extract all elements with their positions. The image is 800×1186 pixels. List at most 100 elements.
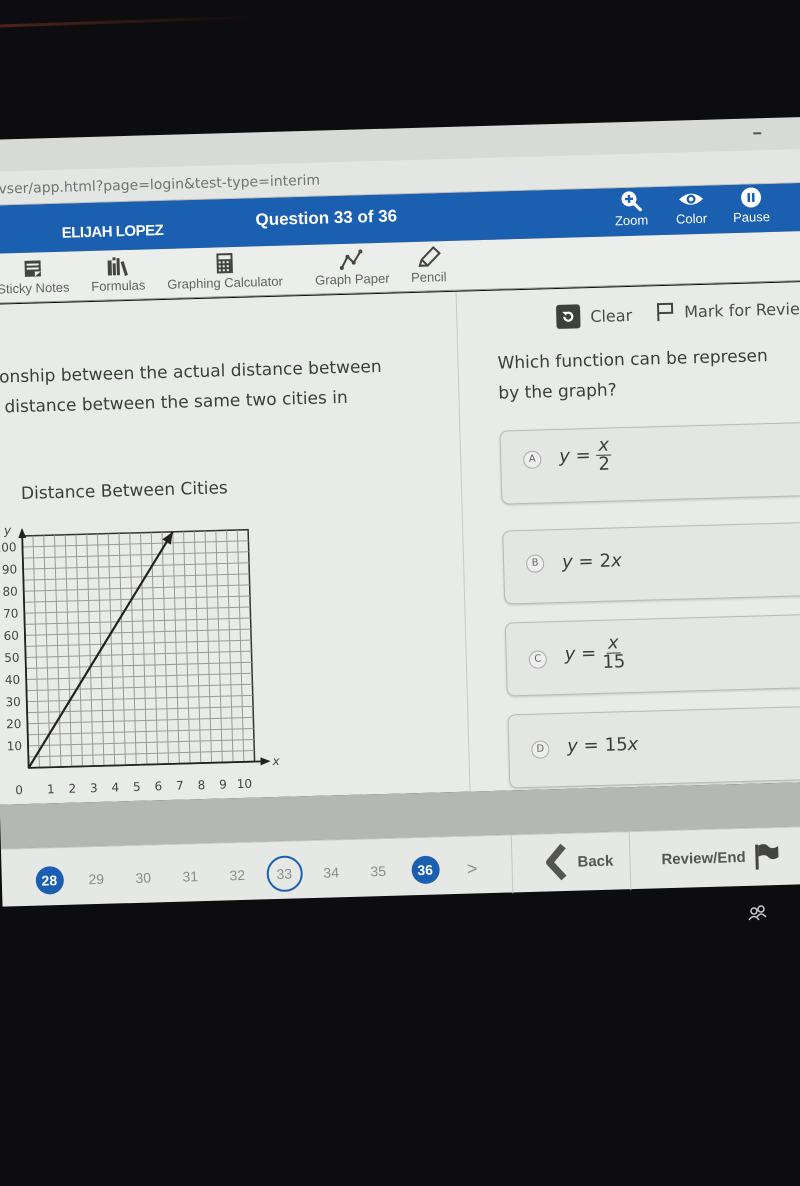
x-tick-label: 9 xyxy=(219,777,227,791)
pencil-label: Pencil xyxy=(410,269,447,286)
variable: x xyxy=(627,733,639,756)
page-34[interactable]: 34 xyxy=(307,858,355,887)
page-33[interactable]: 33 xyxy=(260,855,308,893)
graph-paper-label: Graph Paper xyxy=(314,270,390,288)
graphing-calculator-label: Graphing Calculator xyxy=(167,273,284,292)
distance-chart: xy012345678910102030405060708090100Dista… xyxy=(0,506,300,825)
denominator: 2 xyxy=(598,453,611,475)
expr-lhs: y = xyxy=(561,551,594,573)
page-31[interactable]: 31 xyxy=(166,862,214,891)
option-expression: y = x 2 xyxy=(558,435,612,475)
pencil-icon xyxy=(418,245,441,267)
calculator-icon xyxy=(216,253,233,274)
page-35[interactable]: 35 xyxy=(354,857,402,886)
x-tick-label: 7 xyxy=(176,779,184,793)
pane-divider xyxy=(455,291,471,792)
color-button[interactable]: Color xyxy=(663,187,720,227)
option-letter: A xyxy=(523,450,542,469)
pause-button[interactable]: Pause xyxy=(723,186,780,226)
mark-for-review-button[interactable]: Mark for Revie xyxy=(656,298,800,322)
zoom-label: Zoom xyxy=(614,212,649,229)
next-page-button[interactable]: > xyxy=(448,857,496,879)
page-32[interactable]: 32 xyxy=(213,860,261,889)
answer-option-c[interactable]: C y = x 15 xyxy=(504,612,800,697)
question-counter: Question 33 of 36 xyxy=(255,206,398,230)
review-end-button[interactable]: Review/End xyxy=(661,842,780,873)
page-number: 30 xyxy=(135,869,152,886)
undo-icon xyxy=(555,304,581,329)
y-tick-label: 20 xyxy=(6,717,22,731)
graph-paper-button[interactable]: Graph Paper xyxy=(314,247,390,288)
y-tick-label: 50 xyxy=(4,651,20,665)
question-content: tionship between the actual distance bet… xyxy=(0,280,800,826)
formulas-label: Formulas xyxy=(91,277,146,294)
clear-button[interactable]: Clear xyxy=(555,303,632,329)
answer-option-b[interactable]: B y = 2x xyxy=(502,520,800,605)
fraction: x 2 xyxy=(596,435,612,475)
y-axis-arrow xyxy=(18,527,27,539)
monitor-screen: vser/app.html?page=login&test-type=inter… xyxy=(0,76,800,907)
y-tick-label: 30 xyxy=(5,695,21,709)
sticky-notes-button[interactable]: Sticky Notes xyxy=(0,256,70,297)
nav-separator xyxy=(510,835,514,894)
y-tick-label: 60 xyxy=(3,629,19,643)
x-tick-label: 4 xyxy=(111,780,119,794)
expr-lhs: y = xyxy=(558,445,591,467)
page-number: 29 xyxy=(88,870,105,888)
x-tick-label: 2 xyxy=(68,782,76,796)
formulas-button[interactable]: Formulas xyxy=(90,253,146,294)
option-expression: y = x 15 xyxy=(564,632,626,673)
minimize-icon[interactable] xyxy=(753,132,762,135)
x-tick-label: 1 xyxy=(47,782,55,796)
nav-separator xyxy=(628,832,632,891)
coefficient: 2 xyxy=(599,550,612,572)
x-tick-label: 10 xyxy=(237,777,253,791)
page-number: 28 xyxy=(34,865,64,895)
question-tools: Clear Mark for Revie xyxy=(555,299,800,335)
origin-label: 0 xyxy=(15,783,23,797)
chart-svg: xy012345678910102030405060708090100Dista… xyxy=(0,523,281,825)
books-icon xyxy=(107,257,129,277)
denominator: 15 xyxy=(602,651,626,673)
chevron-left-icon xyxy=(546,843,567,881)
page-28[interactable]: 28 xyxy=(25,865,73,895)
x-tick-label: 5 xyxy=(133,780,141,794)
mark-label: Mark for Revie xyxy=(683,298,800,321)
flag-icon xyxy=(656,302,674,322)
variable: x xyxy=(610,550,622,572)
back-button[interactable]: Back xyxy=(541,841,614,883)
y-tick-label: 70 xyxy=(3,606,19,620)
option-letter: C xyxy=(528,650,548,669)
people-icon xyxy=(748,905,768,925)
y-tick-label: 100 xyxy=(0,540,17,555)
option-letter: B xyxy=(525,554,545,573)
x-axis-arrow xyxy=(260,757,271,766)
pencil-button[interactable]: Pencil xyxy=(410,245,447,286)
sticky-note-icon xyxy=(24,260,42,277)
question-prompt: Which function can be represen by the gr… xyxy=(497,339,800,409)
page-number: 33 xyxy=(265,855,303,893)
graphing-calculator-button[interactable]: Graphing Calculator xyxy=(166,250,283,292)
student-name: ELIJAH LOPEZ xyxy=(61,221,164,242)
line-graph-icon xyxy=(340,249,363,270)
page-36[interactable]: 36 xyxy=(401,855,449,885)
passage-text: tionship between the actual distance bet… xyxy=(0,350,449,423)
review-end-label: Review/End xyxy=(661,848,746,868)
sticky-notes-label: Sticky Notes xyxy=(0,279,70,297)
back-label: Back xyxy=(577,852,614,871)
pause-icon xyxy=(741,187,762,208)
expr-lhs: y = xyxy=(564,643,597,665)
page-29[interactable]: 29 xyxy=(72,864,120,893)
y-tick-label: 40 xyxy=(5,673,21,687)
x-tick-label: 8 xyxy=(197,778,205,792)
question-pager: 28 29 30 31 32 33 34 35 36 > xyxy=(25,850,496,899)
eye-icon xyxy=(679,193,704,205)
answer-option-d[interactable]: D y = 15 x xyxy=(507,704,800,789)
fraction: x 15 xyxy=(602,632,626,673)
page-number: 32 xyxy=(229,866,246,884)
page-30[interactable]: 30 xyxy=(119,863,167,892)
answer-option-a[interactable]: A y = x 2 xyxy=(499,420,800,505)
option-expression: y = 2x xyxy=(562,550,622,573)
url-text[interactable]: vser/app.html?page=login&test-type=inter… xyxy=(0,173,320,198)
zoom-button[interactable]: Zoom xyxy=(603,189,660,229)
